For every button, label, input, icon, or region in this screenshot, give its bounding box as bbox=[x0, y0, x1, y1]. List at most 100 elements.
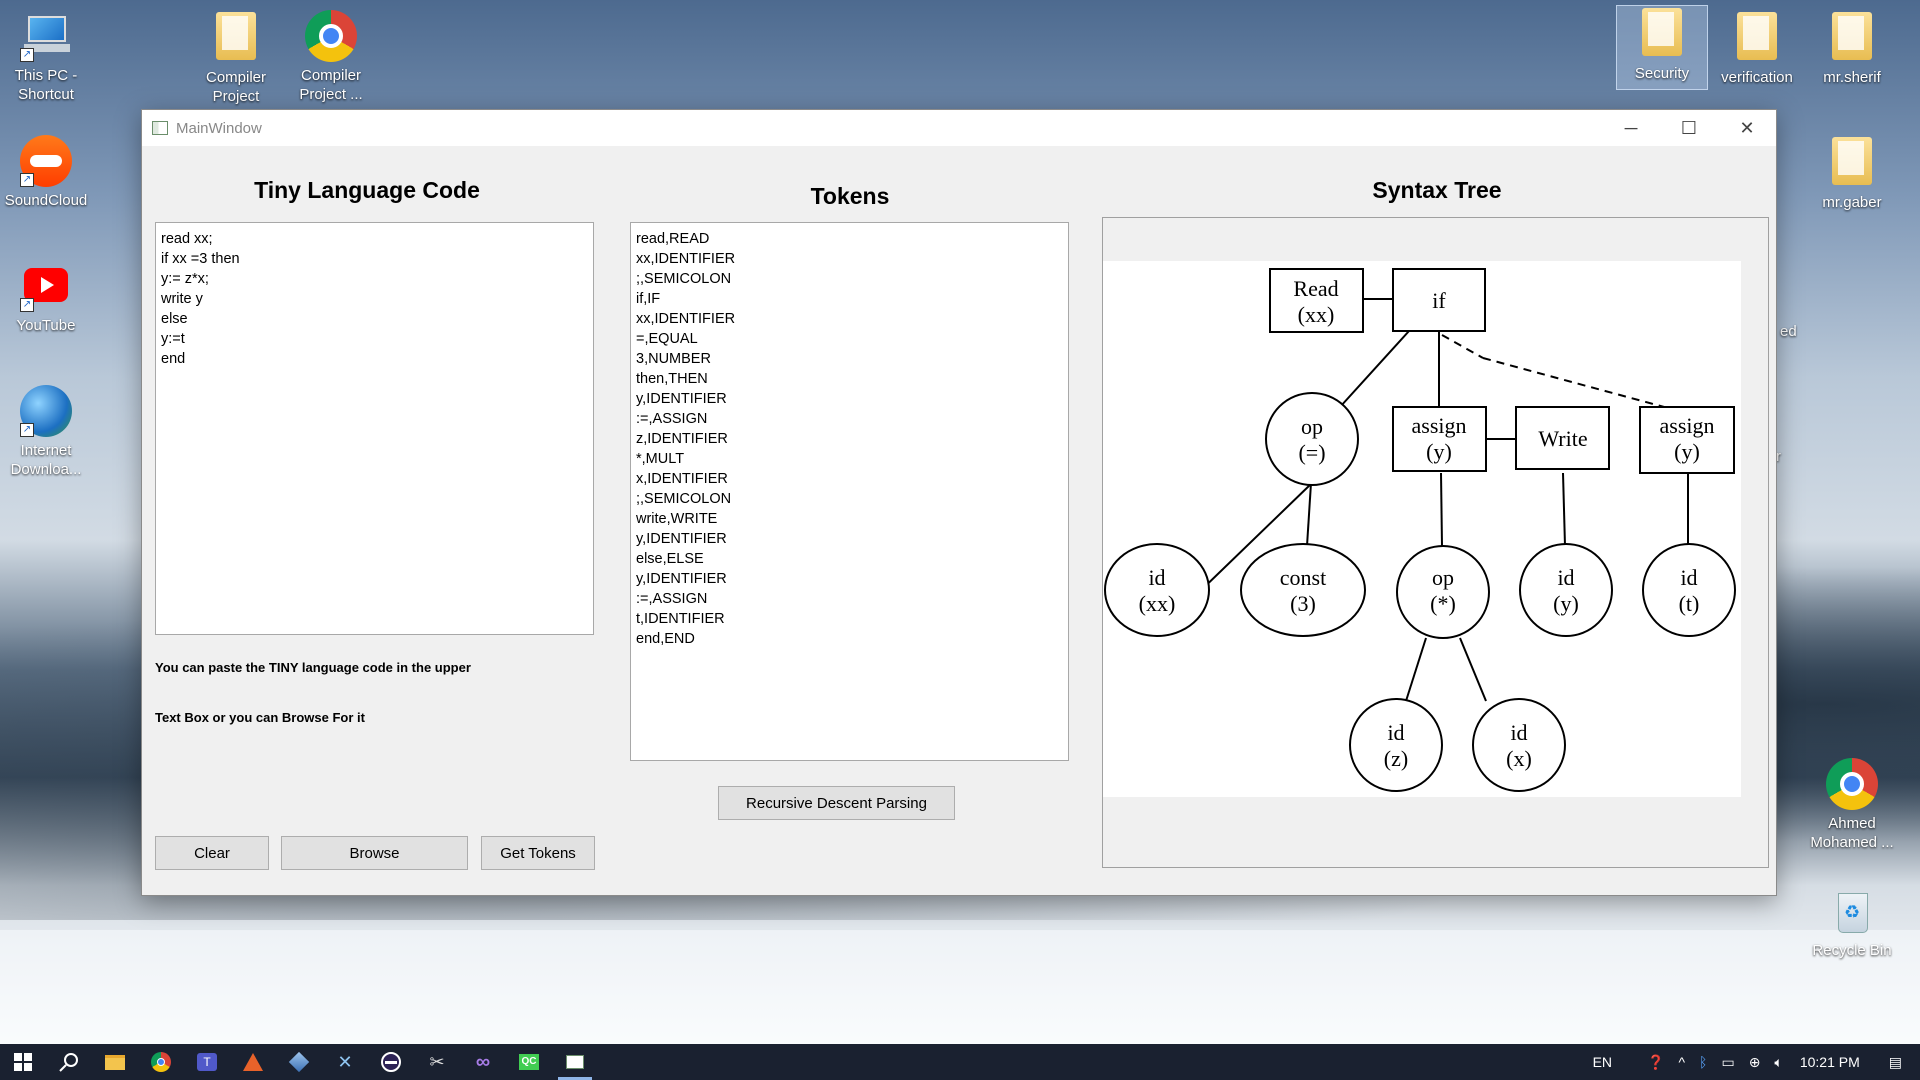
window-title: MainWindow bbox=[176, 119, 262, 137]
visual-studio-icon[interactable]: ∞ bbox=[460, 1044, 506, 1080]
search-icon[interactable] bbox=[46, 1044, 92, 1080]
tree-node-assign2-arg: (y) bbox=[1674, 439, 1700, 464]
tree-node-if-label: if bbox=[1432, 288, 1446, 313]
tree-node-read-label: Read bbox=[1293, 276, 1338, 301]
token-line: if,IF bbox=[636, 291, 661, 307]
tree-node-id-t-arg: (t) bbox=[1679, 591, 1700, 616]
token-line: then,THEN bbox=[636, 371, 708, 387]
folder-icon bbox=[1636, 8, 1688, 60]
battery-icon[interactable]: ▭ bbox=[1721, 1054, 1734, 1071]
recursive-descent-parsing-button[interactable]: Recursive Descent Parsing bbox=[718, 786, 955, 820]
desktop-icon-this-pc[interactable]: ↗ This PC - Shortcut bbox=[0, 10, 92, 104]
recycle-bin-icon: ♻ bbox=[1826, 885, 1878, 937]
token-line: xx,IDENTIFIER bbox=[636, 251, 736, 267]
folder-icon bbox=[1731, 12, 1783, 64]
syntax-tree-graph: Read (xx) if op (=) assign (y) Write ass… bbox=[1104, 268, 1736, 792]
desktop-icon-recycle-bin[interactable]: ♻ Recycle Bin bbox=[1806, 885, 1898, 960]
tree-node-assign2-label: assign bbox=[1660, 413, 1715, 438]
desktop-icon-ahmed-mohamed[interactable]: Ahmed Mohamed ... bbox=[1806, 758, 1898, 852]
token-line: y,IDENTIFIER bbox=[636, 391, 727, 407]
desktop-icon-label: mr.gaber bbox=[1822, 194, 1882, 211]
mainwindow-app-icon[interactable] bbox=[552, 1044, 598, 1080]
clock-time[interactable]: 10:21 PM bbox=[1800, 1054, 1860, 1070]
tree-node-id-y-arg: (y) bbox=[1553, 591, 1579, 616]
desktop-icon-idm[interactable]: ↗ Internet Downloa... bbox=[0, 385, 92, 479]
token-line: 3,NUMBER bbox=[636, 351, 711, 367]
desktop-icon-soundcloud[interactable]: ↗ SoundCloud bbox=[0, 135, 92, 210]
tree-node-id-z-label: id bbox=[1387, 720, 1404, 745]
youtube-icon: ↗ bbox=[20, 260, 72, 312]
chevron-up-icon[interactable]: ^ bbox=[1678, 1054, 1685, 1070]
notification-icon[interactable]: ▤ bbox=[1889, 1054, 1902, 1071]
tree-node-id-x-arg: (x) bbox=[1506, 746, 1532, 771]
volume-icon[interactable]: 🔈︎ bbox=[1774, 1054, 1782, 1071]
token-line: z,IDENTIFIER bbox=[636, 431, 728, 447]
folder-icon bbox=[1826, 137, 1878, 189]
token-line: t,IDENTIFIER bbox=[636, 611, 725, 627]
token-line: xx,IDENTIFIER bbox=[636, 311, 736, 327]
syntax-tree-image: Read (xx) if op (=) assign (y) Write ass… bbox=[1103, 261, 1741, 797]
tree-node-op-eq-arg: (=) bbox=[1298, 440, 1325, 465]
desktop-icon-label: Recycle Bin bbox=[1812, 942, 1892, 959]
code-textbox[interactable]: read xx; if xx =3 then y:= z*x; write y … bbox=[155, 222, 594, 635]
desktop-icon-label: Ahmed Mohamed ... bbox=[1810, 815, 1894, 851]
system-tray: EN ❓ ^ ᛒ ▭ ⊕ 🔈︎ 10:21 PM ▤ bbox=[1586, 1044, 1920, 1080]
desktop-icon-mr-gaber[interactable]: mr.gaber bbox=[1806, 135, 1898, 212]
build-tools-icon[interactable]: ✂ bbox=[414, 1044, 460, 1080]
soundcloud-icon: ↗ bbox=[20, 135, 72, 187]
desktop-icon-label: YouTube bbox=[16, 317, 76, 334]
matlab-icon[interactable] bbox=[230, 1044, 276, 1080]
token-line: write,WRITE bbox=[636, 511, 718, 527]
start-icon[interactable] bbox=[0, 1044, 46, 1080]
desktop-icon-security[interactable]: Security bbox=[1616, 5, 1708, 90]
token-line: :=,ASSIGN bbox=[636, 411, 708, 427]
qt-creator-icon[interactable]: QC bbox=[506, 1044, 552, 1080]
eclipse-icon[interactable] bbox=[368, 1044, 414, 1080]
close-button[interactable]: ✕ bbox=[1718, 110, 1776, 146]
taskbar: T ✕ ✂ ∞ QC EN ❓ ^ ᛒ ▭ ⊕ 🔈︎ 10:21 PM ▤ bbox=[0, 1044, 1920, 1080]
file-explorer-icon[interactable] bbox=[92, 1044, 138, 1080]
hint-text-line2: Text Box or you can Browse For it bbox=[155, 710, 365, 725]
desktop-icon-compiler-project-folder[interactable]: Compiler Project bbox=[190, 10, 282, 106]
internet-download-manager-icon: ↗ bbox=[20, 385, 72, 437]
language-indicator[interactable]: EN bbox=[1593, 1054, 1612, 1070]
xcode-tools-icon[interactable]: ✕ bbox=[322, 1044, 368, 1080]
help-icon[interactable]: ❓ bbox=[1647, 1054, 1664, 1071]
tree-node-const-label: const bbox=[1280, 565, 1326, 590]
desktop-icon-label: mr.sherif bbox=[1823, 69, 1881, 86]
browse-button[interactable]: Browse bbox=[281, 836, 468, 870]
desktop-partial-label: r bbox=[1776, 448, 1781, 465]
tree-node-op-eq-label: op bbox=[1301, 414, 1323, 439]
desktop-icon-youtube[interactable]: ↗ YouTube bbox=[0, 260, 92, 335]
chrome-icon bbox=[305, 10, 357, 62]
desktop-icon-label: SoundCloud bbox=[4, 192, 88, 209]
desktop-icon-mr-sherif[interactable]: mr.sherif bbox=[1806, 10, 1898, 87]
token-line: x,IDENTIFIER bbox=[636, 471, 728, 487]
desktop-partial-label: ed bbox=[1780, 323, 1797, 340]
tree-node-write-label: Write bbox=[1538, 426, 1587, 451]
teams-icon[interactable]: T bbox=[184, 1044, 230, 1080]
maximize-button[interactable]: ☐ bbox=[1660, 110, 1718, 146]
token-line: ;,SEMICOLON bbox=[636, 491, 732, 507]
desktop-icon-compiler-project-chrome[interactable]: Compiler Project ... bbox=[285, 10, 377, 104]
desktop-icon-label: Security bbox=[1634, 65, 1690, 82]
token-line: *,MULT bbox=[636, 451, 685, 467]
network-icon[interactable]: ⊕ bbox=[1749, 1054, 1761, 1071]
token-line: end,END bbox=[636, 631, 695, 647]
title-bar[interactable]: MainWindow ─ ☐ ✕ bbox=[142, 110, 1776, 146]
desktop-icon-label: This PC - Shortcut bbox=[14, 67, 78, 103]
desktop-icon-verification[interactable]: verification bbox=[1711, 10, 1803, 87]
clear-button[interactable]: Clear bbox=[155, 836, 269, 870]
syntax-tree-section-title: Syntax Tree bbox=[1372, 177, 1502, 203]
virtualbox-icon[interactable] bbox=[276, 1044, 322, 1080]
chrome-icon[interactable] bbox=[138, 1044, 184, 1080]
tree-node-op-mul-label: op bbox=[1432, 565, 1454, 590]
tree-node-id-xx-arg: (xx) bbox=[1139, 591, 1176, 616]
tree-node-const-arg: (3) bbox=[1290, 591, 1316, 616]
tokens-textbox[interactable]: read,READ xx,IDENTIFIER ;,SEMICOLON if,IF xx… bbox=[630, 222, 1069, 761]
bluetooth-icon[interactable]: ᛒ bbox=[1699, 1054, 1707, 1070]
desktop-icon-label: Compiler Project ... bbox=[299, 67, 363, 103]
get-tokens-button[interactable]: Get Tokens bbox=[481, 836, 595, 870]
tree-node-assign1-arg: (y) bbox=[1426, 439, 1452, 464]
minimize-button[interactable]: ─ bbox=[1602, 110, 1660, 146]
